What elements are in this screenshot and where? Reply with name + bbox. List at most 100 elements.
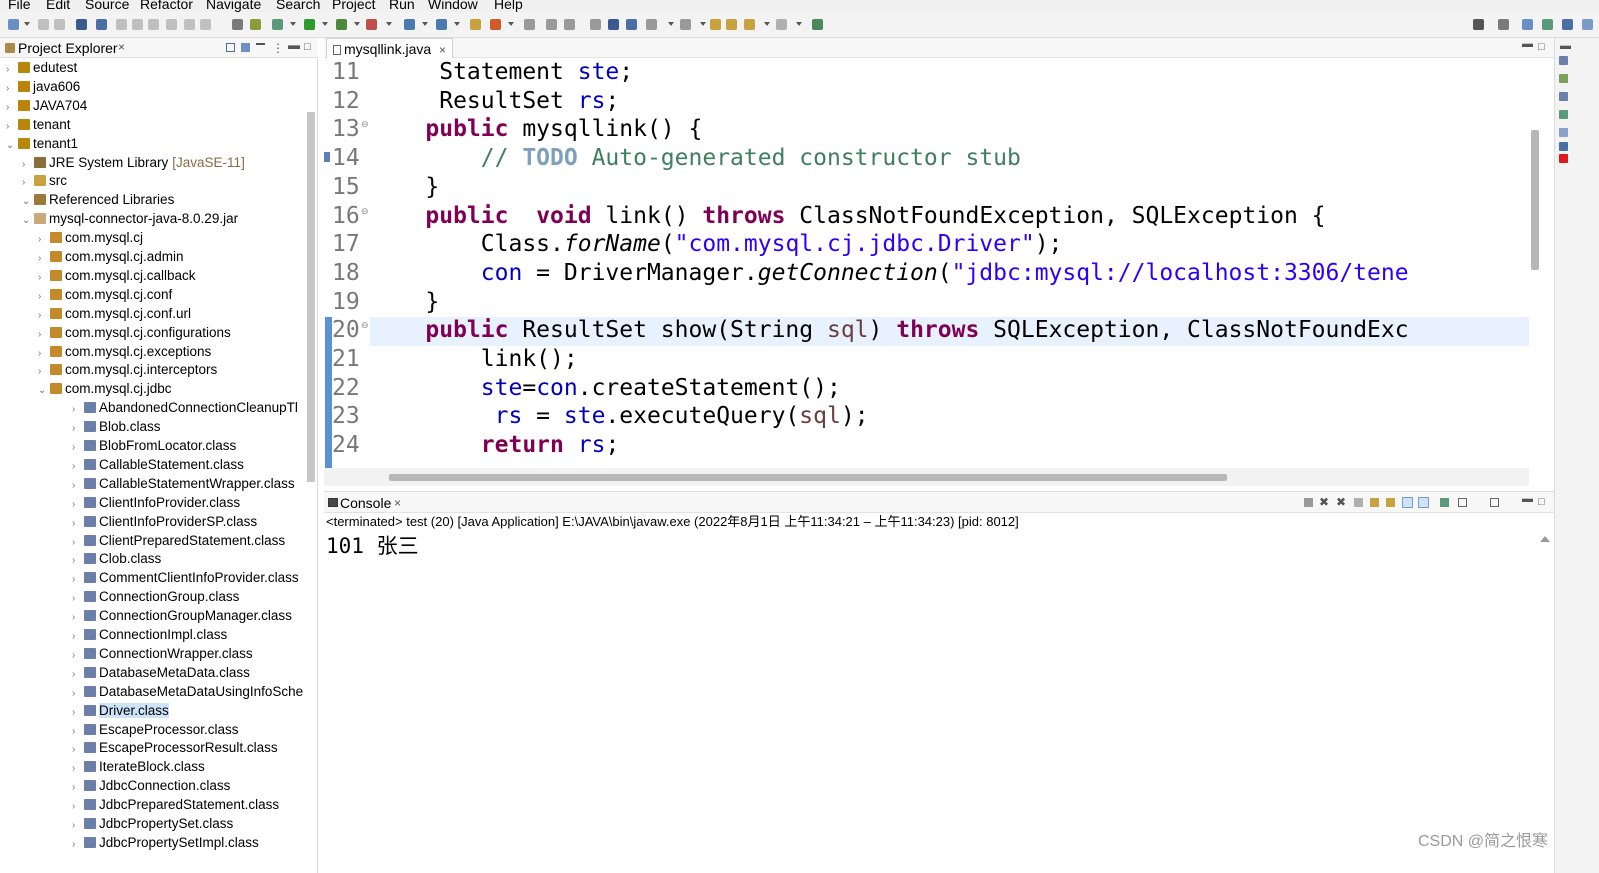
minimize-icon[interactable]: ▬ [1522,38,1533,50]
chevron-down-icon[interactable] [354,22,360,26]
tree-item[interactable]: › AbandonedConnectionCleanupTl [72,398,298,417]
editor-hscroll-thumb[interactable] [389,474,1227,481]
problems-icon[interactable] [1559,110,1568,119]
tree-item[interactable]: › Clob.class [72,549,161,568]
tree-item[interactable]: › CallableStatement.class [72,455,244,474]
outline-icon[interactable] [1559,56,1568,65]
tree-item[interactable]: › ConnectionWrapper.class [72,644,253,663]
maximize-icon[interactable]: □ [1538,41,1545,53]
tree-item[interactable]: ⌄ mysql-connector-java-8.0.29.jar [22,209,238,228]
close-icon[interactable]: × [439,43,446,57]
tree-item[interactable]: › EscapeProcessorResult.class [72,738,278,757]
resume-icon[interactable] [116,19,127,30]
prev-annotation-icon[interactable] [564,19,575,30]
chevron-down-icon[interactable]: ⌄ [22,211,32,230]
toggle-mark-icon[interactable] [626,19,637,30]
next-annotation-icon[interactable] [590,19,601,30]
perspective-icon[interactable] [1498,19,1509,30]
new-icon[interactable] [8,19,19,30]
code-line[interactable]: rs = ste.executeQuery(sql); [370,402,869,431]
view-menu-icon[interactable]: ⋮ [272,41,284,55]
menu-navigate[interactable]: Navigate [206,0,261,12]
menu-refactor[interactable]: Refactor [140,0,193,12]
minimize-icon[interactable]: ▬ [1560,40,1571,52]
link-with-editor-icon[interactable] [241,43,250,52]
code-line[interactable]: ste=con.createStatement(); [370,374,841,403]
tree-item[interactable]: › JdbcPreparedStatement.class [72,795,279,814]
code-line[interactable]: public mysqllink() { [370,115,702,144]
search-icon[interactable] [1473,19,1484,30]
tree-item[interactable]: › JdbcPropertySetImpl.class [72,833,259,852]
tree-item[interactable]: › ClientInfoProvider.class [72,493,240,512]
code-line[interactable]: public void link() throws ClassNotFoundE… [370,202,1325,231]
display-console-icon[interactable] [1458,498,1467,507]
suspend-icon[interactable] [132,19,143,30]
tree-item[interactable]: › src [22,171,67,190]
annotation-icon[interactable] [546,19,557,30]
open-console-icon[interactable] [1490,498,1499,507]
code-line[interactable]: } [370,173,439,202]
project-explorer-tab[interactable]: Project Explorer × ⋮ ▬ □ [0,38,318,58]
external-run-icon[interactable] [366,19,377,30]
chevron-down-icon[interactable] [422,22,428,26]
fold-toggle-icon[interactable]: ⊖ [361,119,369,130]
new-package-icon[interactable] [436,19,447,30]
new-java-project-icon[interactable] [404,19,415,30]
tree-item[interactable]: › Blob.class [72,417,161,436]
tree-item[interactable]: › ConnectionGroup.class [72,587,239,606]
chevron-down-icon[interactable] [386,22,392,26]
code-line[interactable]: public ResultSet show(String sql) throws… [370,316,1408,345]
chevron-down-icon[interactable] [508,22,514,26]
collapse-all-icon[interactable] [226,43,235,52]
code-editor[interactable]: 11 12 13 ⊖ 14 15 16 ⊖ 17 18 19 20 ⊖ 21 22 23 24 Statemen… [324,58,1529,468]
code-line[interactable]: Statement ste; [370,58,633,87]
close-icon[interactable]: × [118,40,125,54]
debug-icon[interactable] [272,19,283,30]
tree-item[interactable]: › DatabaseMetaData.class [72,663,250,682]
code-line[interactable]: con = DriverManager.getConnection("jdbc:… [370,259,1409,288]
declaration-icon[interactable] [1559,142,1568,151]
console-title[interactable]: Console [340,495,391,511]
tree-item[interactable]: › tenant [6,115,71,134]
menu-source[interactable]: Source [85,0,129,12]
build-icon[interactable] [76,19,87,30]
tree-item[interactable]: › com.mysql.cj.configurations [38,323,231,342]
tree-item[interactable]: › com.mysql.cj.conf [38,285,172,304]
console-output[interactable]: 101 张三 [326,531,1546,861]
tree-item[interactable]: › JRE System Library [JavaSE-11] [22,153,245,172]
chevron-down-icon[interactable] [322,22,328,26]
menu-search[interactable]: Search [276,0,320,12]
save-icon[interactable] [38,19,49,30]
chevron-down-icon[interactable] [24,22,30,26]
back-icon[interactable] [710,19,721,30]
tree-item[interactable]: › CommentClientInfoProvider.class [72,568,299,587]
tree-scrollbar-thumb[interactable] [307,112,315,482]
code-line[interactable]: return rs; [370,431,620,460]
console-scroll-up-icon[interactable] [1540,536,1550,542]
chevron-right-icon[interactable]: › [72,835,82,854]
menu-window[interactable]: Window [428,0,478,12]
disconnect-icon[interactable] [166,19,177,30]
maximize-icon[interactable]: □ [1538,496,1545,508]
last-edit-icon[interactable] [646,19,657,30]
open-type-icon[interactable] [490,19,501,30]
team-perspective-icon[interactable] [1562,19,1573,30]
back-history-icon[interactable] [744,19,755,30]
debug-perspective-icon[interactable] [1542,19,1553,30]
stop-icon[interactable] [148,19,159,30]
new-class-icon[interactable] [470,19,481,30]
tree-item[interactable]: › ConnectionGroupManager.class [72,606,292,625]
menu-project[interactable]: Project [332,0,376,12]
code-line[interactable]: // TODO Auto-generated constructor stub [370,144,1021,173]
external-tools-icon[interactable] [250,19,261,30]
javadoc-icon[interactable] [1559,128,1568,137]
minimize-icon[interactable]: ▬ [1522,493,1533,505]
forward-nav-icon[interactable] [726,19,737,30]
editor-vscroll-thumb[interactable] [1531,130,1539,270]
code-line[interactable]: } [370,288,439,317]
tree-item[interactable]: › IterateBlock.class [72,757,205,776]
menu-file[interactable]: File [8,0,31,12]
chevron-down-icon[interactable] [668,22,674,26]
tree-item[interactable]: › java606 [6,77,80,96]
java-perspective-icon[interactable] [1522,19,1533,30]
